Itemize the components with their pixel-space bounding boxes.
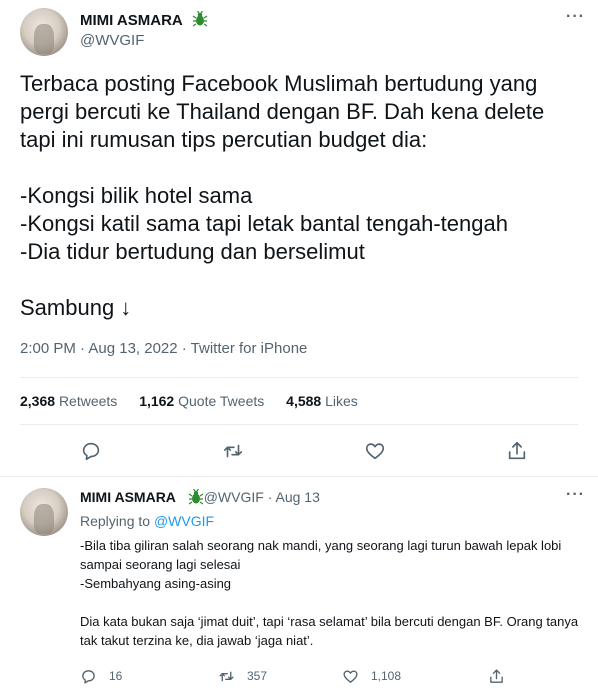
likes-stat[interactable]: 4,588 Likes <box>286 393 358 409</box>
divider <box>20 424 578 425</box>
reply-icon <box>82 669 95 684</box>
reply-icon[interactable] <box>80 440 102 462</box>
tweet-meta[interactable]: 2:00 PM · Aug 13, 2022 · Twitter for iPh… <box>20 340 307 357</box>
like-icon[interactable] <box>364 440 386 462</box>
author-name[interactable]: MIMI ASMARA <box>80 12 183 29</box>
reply-likes-count: 1,108 <box>371 669 402 683</box>
divider <box>0 476 598 477</box>
reply-author-avatar[interactable] <box>20 488 68 536</box>
quote-tweets-label: Quote Tweets <box>178 393 265 409</box>
reply-retweet-action[interactable]: 357 <box>218 667 267 685</box>
bug-badge-icon <box>192 11 208 27</box>
more-options-icon[interactable]: ··· <box>566 8 585 26</box>
divider <box>20 377 578 378</box>
tweet-stats: 2,368 Retweets 1,162 Quote Tweets 4,588 … <box>20 393 376 409</box>
quote-tweets-stat[interactable]: 1,162 Quote Tweets <box>139 393 264 409</box>
share-icon <box>490 668 503 683</box>
reply-author-name[interactable]: MIMI ASMARA <box>80 489 176 505</box>
reply-text: -Bila tiba giliran salah seorang nak man… <box>80 538 579 648</box>
author-handle[interactable]: @WVGIF <box>80 32 144 49</box>
reply-retweets-count: 357 <box>247 669 268 683</box>
retweets-label: Retweets <box>58 393 118 409</box>
author-avatar[interactable] <box>20 8 68 56</box>
share-icon[interactable] <box>506 440 528 462</box>
tweet-text: Terbaca posting Facebook Muslimah bertud… <box>20 71 545 320</box>
retweets-count: 2,368 <box>20 393 56 409</box>
reply-replies-count: 16 <box>109 669 123 683</box>
quote-tweets-count: 1,162 <box>139 393 175 409</box>
retweet-icon[interactable] <box>222 440 244 462</box>
reply-author-handle[interactable]: @WVGIF <box>204 489 264 505</box>
reply-more-options-icon[interactable]: ··· <box>566 486 585 504</box>
bug-badge-icon <box>188 489 204 505</box>
replying-prefix: Replying to <box>80 513 154 529</box>
reply-share-action[interactable] <box>488 667 517 685</box>
reply-like-action[interactable]: 1,108 <box>342 667 401 685</box>
reply-date[interactable]: · Aug 13 <box>268 489 320 505</box>
likes-count: 4,588 <box>286 393 322 409</box>
likes-label: Likes <box>325 393 358 409</box>
replying-to: Replying to @WVGIF <box>80 513 214 529</box>
reply-reply-action[interactable]: 16 <box>80 667 122 685</box>
retweets-stat[interactable]: 2,368 Retweets <box>20 393 117 409</box>
like-icon <box>343 670 358 683</box>
retweet-icon <box>219 671 234 681</box>
replying-handle-link[interactable]: @WVGIF <box>154 513 214 529</box>
